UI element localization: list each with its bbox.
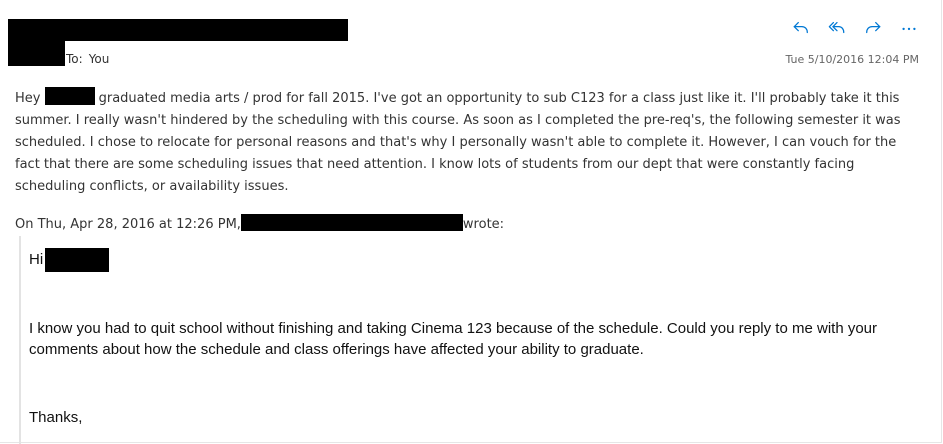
forward-icon (866, 21, 881, 34)
quoted-date: On Thu, Apr 28, 2016 at 12:26 PM, (15, 217, 241, 232)
redacted-sender-avatar (8, 36, 65, 66)
quote-divider (19, 236, 21, 444)
quoted-signoff: Thanks, (29, 409, 83, 426)
quoted-wrote: wrote: (462, 217, 505, 232)
redacted-recipient (45, 248, 110, 272)
reply-button[interactable] (791, 18, 811, 38)
more-actions-button[interactable] (899, 18, 919, 38)
reply-all-button[interactable] (827, 18, 847, 38)
quoted-greeting-line: Hi (29, 248, 110, 272)
more-icon (902, 27, 916, 31)
message-text: graduated media arts / prod for fall 201… (15, 91, 901, 194)
quoted-greeting: Hi (29, 251, 44, 268)
greeting: Hey (15, 91, 41, 106)
recipient-name[interactable]: You (89, 52, 110, 66)
forward-button[interactable] (863, 18, 883, 38)
quoted-paragraph: I know you had to quit school without fi… (29, 320, 878, 358)
reply-all-icon (828, 21, 845, 34)
message-body: Hey graduated media arts / prod for fall… (15, 87, 920, 198)
redacted-quoted-sender (240, 214, 463, 231)
to-label: To: (66, 52, 83, 66)
quoted-header: On Thu, Apr 28, 2016 at 12:26 PM, wrote: (15, 214, 504, 232)
reply-icon (793, 21, 808, 34)
redacted-name (44, 87, 95, 105)
email-reading-pane: To: You Tue 5/10/2016 12:04 PM Hey gradua… (0, 0, 942, 444)
recipient-line: To: You (66, 52, 115, 66)
message-actions (791, 18, 919, 38)
sent-timestamp: Tue 5/10/2016 12:04 PM (785, 53, 919, 66)
